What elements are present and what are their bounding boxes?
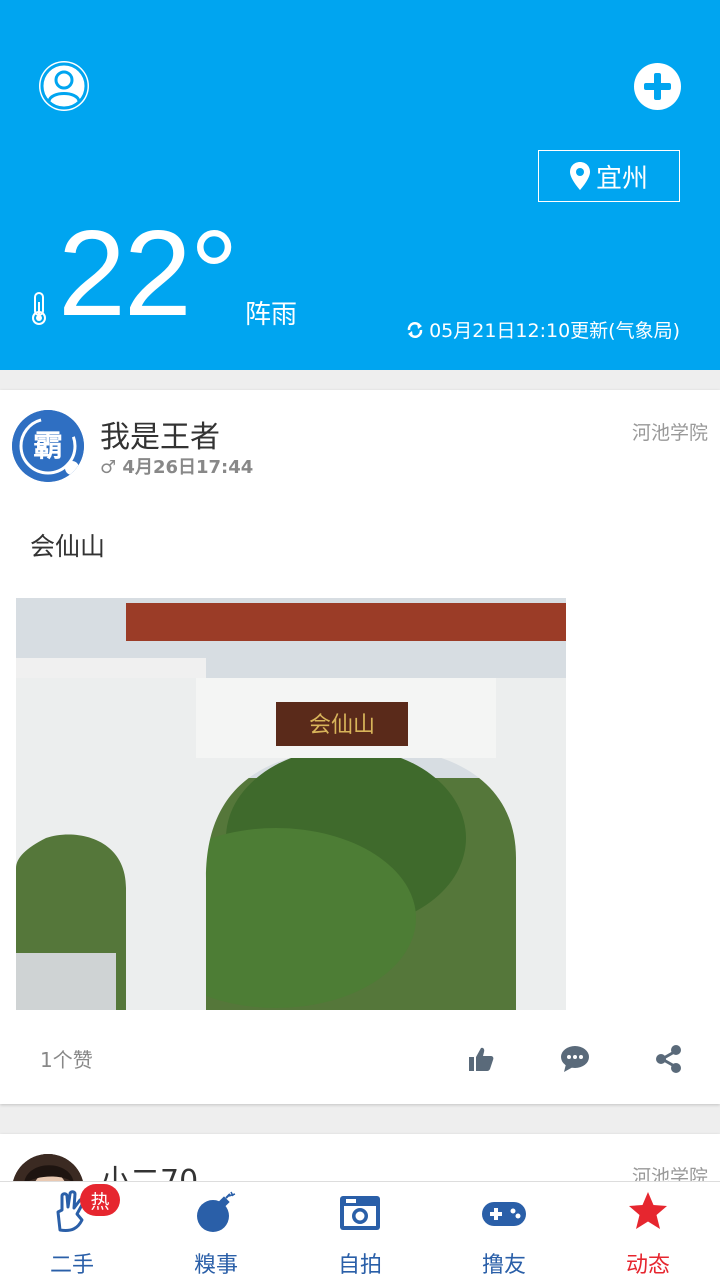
location-label: 宜州 (595, 163, 648, 194)
nav-item-feed[interactable]: 动态 (576, 1182, 720, 1280)
male-icon: ♂ (100, 457, 117, 478)
update-time: 05月21日12:10更新(气象局) (406, 316, 680, 343)
user-avatar-button[interactable] (39, 61, 89, 111)
post-date: 4月26日17:44 (122, 457, 254, 478)
nav-item-friends[interactable]: 撸友 (432, 1182, 576, 1280)
camera-icon (340, 1196, 380, 1230)
likes-count: 1个赞 (40, 1048, 93, 1072)
nav-label: 二手 (49, 1253, 94, 1278)
nav-item-second-hand[interactable]: 热 二手 (0, 1182, 144, 1280)
nav-item-funny[interactable]: 糗事 (144, 1182, 288, 1280)
post-meta: ♂ 4月26日17:44 (100, 453, 253, 479)
nav-item-selfie[interactable]: 自拍 (288, 1182, 432, 1280)
author-name[interactable]: 我是王者 (100, 412, 220, 456)
avatar-ba-icon: 霸 (12, 410, 84, 482)
update-text: 05月21日12:10更新(气象局) (429, 320, 680, 342)
gamepad-icon (482, 1202, 526, 1226)
nav-label: 糗事 (193, 1253, 238, 1278)
post-text: 会仙山 (30, 532, 106, 561)
hot-badge: 热 (80, 1184, 120, 1216)
add-icon[interactable] (634, 63, 681, 110)
location-button[interactable]: 宜州 (538, 150, 680, 202)
svg-text:霸: 霸 (33, 429, 63, 464)
nav-label: 自拍 (337, 1253, 382, 1278)
share-icon[interactable] (654, 1044, 684, 1074)
nav-label: 动态 (625, 1253, 670, 1278)
avatar[interactable]: 霸 (12, 410, 84, 482)
photo-gate-image: 会仙山 (16, 598, 566, 1010)
post-photo[interactable]: 会仙山 (16, 598, 566, 1010)
location-pin-icon (569, 162, 590, 190)
temperature: 22° (58, 205, 238, 341)
bottom-nav: 热 二手 糗事 自拍 撸友 动态 (0, 1181, 720, 1280)
user-icon (40, 62, 88, 110)
nav-label: 撸友 (481, 1253, 526, 1278)
school-label: 河池学院 (631, 422, 708, 444)
weather-condition: 阵雨 (245, 300, 298, 330)
refresh-icon[interactable] (406, 321, 424, 339)
svg-text:会仙山: 会仙山 (309, 713, 375, 738)
post-card: 霸 我是王者 ♂ 4月26日17:44 河池学院 会仙山 会仙山 1个赞 (0, 390, 720, 1104)
star-icon (629, 1192, 667, 1229)
comment-icon[interactable] (560, 1044, 590, 1074)
thumbs-up-icon[interactable] (466, 1044, 496, 1074)
thermometer-icon (32, 292, 46, 325)
bomb-icon (197, 1191, 236, 1232)
weather-header: 宜州 22° 阵雨 05月21日12:10更新(气象局) (0, 0, 720, 370)
